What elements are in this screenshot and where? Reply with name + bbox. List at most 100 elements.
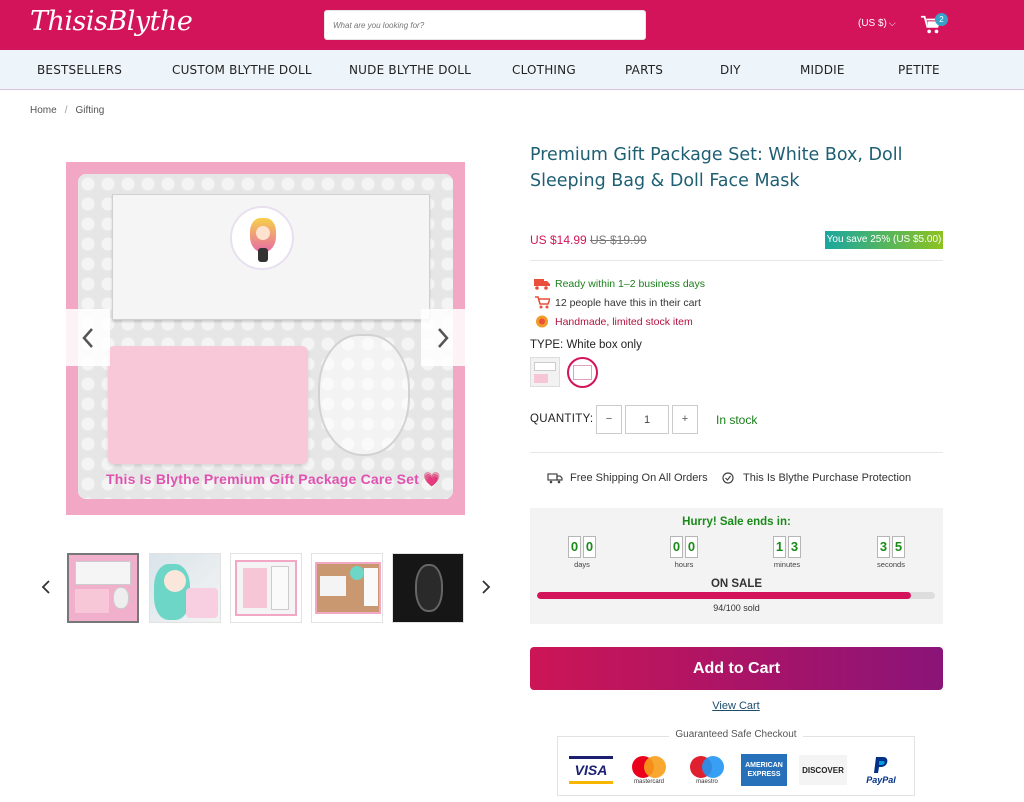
visa-card: VISA [569, 756, 613, 784]
paypal-p-icon [874, 757, 888, 773]
search-box[interactable] [324, 10, 646, 40]
product-main-image[interactable]: This Is Blythe Premium Gift Package Care… [66, 162, 465, 515]
thumbnail-prev-icon[interactable] [40, 579, 52, 595]
currency-selector[interactable]: (US $) ⌵ [858, 18, 896, 29]
free-shipping-text: Free Shipping On All Orders [570, 472, 708, 484]
breadcrumb-home[interactable]: Home [30, 105, 57, 116]
thumbnail-2[interactable] [149, 553, 221, 623]
product-title: Premium Gift Package Set: White Box, Dol… [530, 145, 903, 191]
thumbnail-4-doll [350, 566, 364, 580]
mastercard-text: mastercard [633, 779, 664, 785]
swatch-1-bag [534, 374, 548, 383]
purchase-protection-info: This Is Blythe Purchase Protection [720, 472, 911, 484]
sale-price: US $14.99 [530, 233, 587, 247]
thumbnail-4[interactable] [311, 553, 383, 623]
add-to-cart-button[interactable]: Add to Cart [530, 647, 943, 690]
thumbnail-4-stand [364, 568, 378, 606]
nav-item-parts[interactable]: PARTS [625, 63, 663, 77]
minutes-label: minutes [773, 560, 801, 569]
breadcrumb: Home / Gifting [30, 105, 104, 116]
view-cart-link[interactable]: View Cart [0, 700, 1024, 712]
nav-item-clothing[interactable]: CLOTHING [512, 63, 576, 77]
prev-image-button[interactable] [66, 309, 110, 366]
search-input[interactable] [325, 11, 645, 39]
thumbnail-2-face [164, 570, 186, 592]
nav-item-diy[interactable]: DIY [720, 63, 741, 77]
badge-handmade: Handmade, limited stock item [534, 315, 693, 328]
badge-cart-text: 12 people have this in their cart [555, 296, 701, 309]
mastercard-logo: mastercard [624, 753, 674, 787]
amex-text: AMERICAN EXPRESS [741, 754, 787, 786]
blythe-sticker-logo [230, 206, 294, 270]
thumbnail-5[interactable] [392, 553, 464, 623]
main-nav: BESTSELLERS CUSTOM BLYTHE DOLL NUDE BLYT… [0, 50, 1024, 90]
countdown-heading: Hurry! Sale ends in: [682, 516, 791, 528]
days-label: days [574, 560, 590, 569]
chevron-right-icon [438, 327, 449, 348]
nav-item-nude-blythe-doll[interactable]: NUDE BLYTHE DOLL [349, 63, 471, 77]
nav-item-middie[interactable]: MIDDIE [800, 63, 845, 77]
breadcrumb-separator: / [64, 105, 68, 116]
thumbnail-next-icon[interactable] [480, 579, 492, 595]
thumbnail-4-box [320, 576, 346, 596]
thumbnail-3-box [271, 566, 289, 610]
on-sale-label: ON SALE [710, 578, 763, 590]
thumbnail-5-mask [415, 564, 443, 612]
thumbnail-1-bag [75, 589, 109, 613]
discover-text: DISCOVER [799, 755, 847, 785]
next-image-button[interactable] [421, 309, 465, 366]
amex-logo: AMERICAN EXPRESS [739, 753, 789, 787]
stock-status: In stock [716, 413, 758, 427]
doll-body [258, 248, 268, 262]
quantity-input[interactable] [625, 405, 669, 434]
nav-item-custom-blythe-doll[interactable]: CUSTOM BLYTHE DOLL [172, 63, 312, 77]
visa-text: VISA [574, 762, 608, 778]
thumbnail-1[interactable] [67, 553, 139, 623]
badge-ready-text: Ready within 1–2 business days [555, 277, 706, 290]
quantity-increase-button[interactable]: + [672, 405, 698, 434]
badge-cart-count: 12 people have this in their cart [534, 296, 701, 309]
mastercard-circles-icon [632, 756, 666, 778]
maestro-logo: maestro [682, 753, 732, 787]
chevron-down-icon: ⌵ [888, 18, 896, 28]
variant-swatch-full-set[interactable] [530, 357, 560, 387]
countdown-seconds: 35 seconds [871, 536, 911, 569]
hours-digit-2: 0 [685, 536, 698, 558]
image-caption: This Is Blythe Premium Gift Package Care… [106, 471, 441, 487]
variant-type-value: White box only [566, 339, 642, 351]
seconds-digit-1: 3 [877, 536, 890, 558]
sold-count: 94/100 sold [713, 603, 760, 613]
truck-icon [534, 279, 550, 290]
savings-badge: You save 25% (US $5.00) [825, 231, 943, 249]
maestro-text: maestro [696, 779, 718, 785]
safe-checkout-title-text: Guaranteed Safe Checkout [669, 729, 803, 740]
thumbnail-3[interactable] [230, 553, 302, 623]
countdown-minutes: 13 minutes [767, 536, 807, 569]
thumbnail-3-bag [243, 568, 267, 608]
clear-face-mask [318, 334, 410, 456]
breadcrumb-current[interactable]: Gifting [75, 105, 104, 116]
nav-item-petite[interactable]: PETITE [898, 63, 940, 77]
sale-countdown: Hurry! Sale ends in: 00 days 00 hours 13… [530, 508, 943, 624]
variant-type-label: TYPE: [530, 339, 564, 351]
product-photo: This Is Blythe Premium Gift Package Care… [78, 174, 453, 499]
cart-count-badge: 2 [935, 13, 948, 26]
quantity-label: QUANTITY: [530, 413, 594, 425]
minutes-digit-1: 1 [773, 536, 786, 558]
quantity-decrease-button[interactable]: − [596, 405, 622, 434]
variant-swatch-white-box[interactable] [567, 357, 598, 388]
pink-sleeping-bag [108, 346, 308, 464]
price-divider [530, 260, 943, 261]
purchase-protection-text: This Is Blythe Purchase Protection [743, 472, 912, 484]
days-digit-1: 0 [568, 536, 581, 558]
shipping-truck-icon [547, 473, 563, 484]
badge-handmade-text: Handmade, limited stock item [555, 315, 693, 328]
site-logo[interactable]: ThisisBlythe [30, 6, 193, 37]
medal-icon [536, 315, 548, 328]
paypal-text: PayPal [866, 775, 896, 785]
currency-label: (US $) [858, 18, 887, 29]
nav-item-bestsellers[interactable]: BESTSELLERS [37, 63, 122, 77]
doll-face [256, 226, 270, 240]
free-shipping-info: Free Shipping On All Orders [547, 472, 708, 484]
protection-icon [722, 472, 734, 484]
